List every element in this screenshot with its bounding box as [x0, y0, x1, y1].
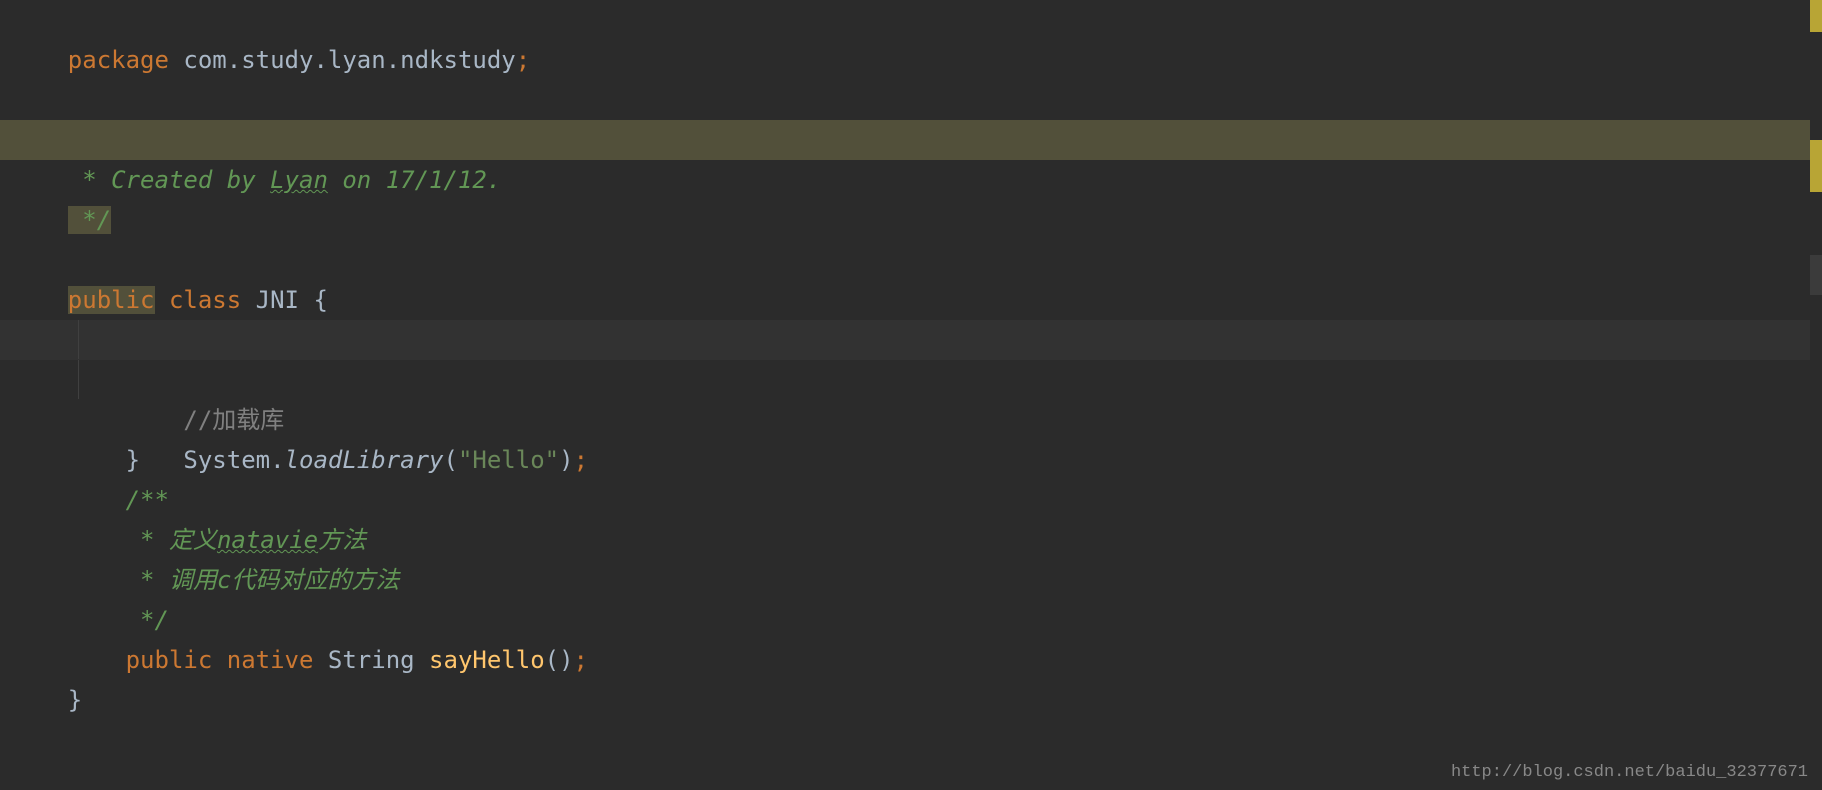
watermark-text: http://blog.csdn.net/baidu_32377671: [1451, 763, 1808, 782]
code-line[interactable]: * 调用c代码对应的方法: [0, 520, 1822, 560]
code-line[interactable]: /**: [0, 80, 1822, 120]
code-line[interactable]: * 定义natavie方法: [0, 480, 1822, 520]
indent-guide: [78, 360, 79, 399]
indent-guide: [78, 320, 79, 359]
code-line[interactable]: public class JNI {: [0, 240, 1822, 280]
code-line-current[interactable]: //加载库: [0, 320, 1810, 360]
code-line[interactable]: System.loadLibrary("Hello");: [0, 360, 1822, 400]
code-line[interactable]: */: [0, 160, 1822, 200]
brace: }: [68, 686, 82, 714]
code-line[interactable]: package com.study.lyan.ndkstudy;: [0, 0, 1822, 40]
code-line[interactable]: [0, 40, 1822, 80]
code-line[interactable]: public native String sayHello();: [0, 600, 1822, 640]
code-line[interactable]: * Created by Lyan on 17/1/12.: [0, 120, 1810, 160]
code-line[interactable]: */: [0, 560, 1822, 600]
code-line[interactable]: }: [0, 400, 1822, 440]
code-line[interactable]: }: [0, 640, 1822, 680]
code-line[interactable]: /**: [0, 440, 1822, 480]
code-line[interactable]: static {: [0, 280, 1822, 320]
code-line[interactable]: [0, 200, 1822, 240]
code-editor[interactable]: package com.study.lyan.ndkstudy; /** * C…: [0, 0, 1822, 790]
